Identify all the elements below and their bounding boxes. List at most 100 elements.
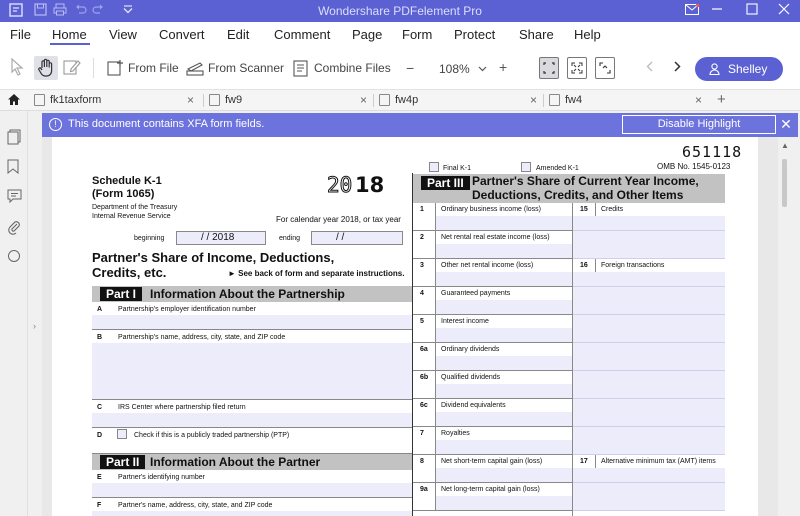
- beginning-date-field[interactable]: / / 2018: [176, 231, 266, 245]
- amount-field[interactable]: [435, 468, 572, 482]
- menu-home[interactable]: Home: [52, 27, 87, 42]
- close-window-icon[interactable]: [774, 2, 794, 20]
- attachment-icon[interactable]: [7, 219, 23, 235]
- menu-view[interactable]: View: [109, 27, 137, 42]
- partner-address-field[interactable]: [92, 511, 412, 516]
- menu-file[interactable]: File: [10, 27, 31, 42]
- search-icon[interactable]: [7, 249, 23, 265]
- line-e-label: Partner's identifying number: [118, 474, 205, 481]
- comment-icon[interactable]: [7, 189, 23, 205]
- menu-comment[interactable]: Comment: [274, 27, 330, 42]
- maximize-icon[interactable]: [742, 2, 762, 20]
- hand-tool-button[interactable]: [34, 56, 58, 80]
- code-amount-field[interactable]: [573, 371, 725, 398]
- hand-icon: [38, 58, 53, 77]
- tab-fw4p[interactable]: fw4p ×: [379, 90, 544, 111]
- menu-page[interactable]: Page: [352, 27, 382, 42]
- combine-files-label: Combine Files: [314, 61, 391, 75]
- partnership-address-field[interactable]: [92, 343, 412, 399]
- tab-fk1taxform[interactable]: fk1taxform ×: [34, 90, 199, 111]
- number-column-divider: [435, 455, 436, 483]
- partner-id-field[interactable]: [92, 483, 412, 497]
- home-icon[interactable]: [7, 93, 21, 111]
- code-amount-field[interactable]: [573, 315, 725, 342]
- code-amount-field[interactable]: [573, 427, 725, 454]
- menu-form[interactable]: Form: [402, 27, 432, 42]
- zoom-select[interactable]: 108%: [430, 57, 488, 79]
- ending-date-field[interactable]: / /: [311, 231, 403, 245]
- irs-center-field[interactable]: [92, 413, 412, 427]
- menu-convert[interactable]: Convert: [159, 27, 205, 42]
- line-label: Foreign transactions: [601, 262, 665, 269]
- tab-fw4[interactable]: fw4 ×: [549, 90, 709, 111]
- tab-label: fw9: [225, 94, 243, 106]
- minimize-icon[interactable]: [707, 2, 727, 20]
- final-k1-checkbox[interactable]: [429, 162, 439, 172]
- select-tool-icon[interactable]: [10, 57, 24, 79]
- code-amount-field[interactable]: [573, 343, 725, 370]
- amount-field[interactable]: [435, 328, 572, 342]
- scrollbar-thumb[interactable]: [782, 159, 787, 207]
- thumbnails-icon[interactable]: [7, 129, 23, 145]
- code-amount-field[interactable]: [573, 468, 725, 482]
- part3-title-line2: Deductions, Credits, and Other Items: [472, 188, 684, 202]
- ptp-checkbox[interactable]: [117, 429, 127, 439]
- new-tab-button[interactable]: +: [717, 91, 726, 108]
- combine-files-button[interactable]: Combine Files: [292, 59, 391, 77]
- amount-field[interactable]: [435, 244, 572, 258]
- code-amount-field[interactable]: [573, 272, 725, 286]
- nav-back-icon[interactable]: [646, 61, 653, 75]
- active-menu-underline: [50, 43, 90, 45]
- code-amount-field[interactable]: [573, 287, 725, 314]
- line-d-letter: D: [97, 432, 103, 439]
- from-file-button[interactable]: From File: [106, 59, 179, 77]
- from-scanner-button[interactable]: From Scanner: [186, 59, 284, 77]
- nav-forward-icon[interactable]: [674, 61, 681, 75]
- amount-field[interactable]: [435, 440, 572, 454]
- menu-protect[interactable]: Protect: [454, 27, 495, 42]
- divider: [92, 329, 412, 330]
- edit-tool-icon[interactable]: [63, 58, 81, 79]
- disable-highlight-button[interactable]: Disable Highlight: [622, 115, 776, 134]
- bookmark-icon[interactable]: [7, 159, 23, 175]
- line-c-label: IRS Center where partnership filed retur…: [118, 404, 246, 411]
- menu-share[interactable]: Share: [519, 27, 554, 42]
- tab-close-icon[interactable]: ×: [530, 93, 537, 107]
- part1-tag: Part I: [100, 287, 143, 301]
- amount-field[interactable]: [435, 412, 572, 426]
- amount-field[interactable]: [435, 496, 572, 510]
- sidebar-expand-icon[interactable]: ›: [33, 321, 36, 331]
- menu-help[interactable]: Help: [574, 27, 601, 42]
- actual-size-button[interactable]: [567, 57, 587, 79]
- scroll-up-icon[interactable]: ▲: [781, 141, 789, 150]
- tab-close-icon[interactable]: ×: [360, 93, 367, 107]
- amount-field[interactable]: [435, 272, 572, 286]
- zoom-out-button[interactable]: −: [406, 60, 414, 76]
- tab-fw9[interactable]: fw9 ×: [209, 90, 374, 111]
- amount-field[interactable]: [435, 356, 572, 370]
- close-notification-icon[interactable]: ✕: [778, 116, 794, 133]
- code-amount-field[interactable]: [573, 216, 725, 230]
- line-number: 6b: [420, 374, 429, 381]
- line-label: Net short-term capital gain (loss): [441, 458, 543, 465]
- mail-icon[interactable]: [682, 2, 702, 20]
- amount-field[interactable]: [435, 216, 572, 230]
- amount-field[interactable]: [435, 384, 572, 398]
- calendar-year-label: For calendar year 2018, or tax year: [276, 215, 401, 224]
- amount-field[interactable]: [435, 300, 572, 314]
- menu-edit[interactable]: Edit: [227, 27, 249, 42]
- vertical-scrollbar[interactable]: ▲: [778, 137, 792, 516]
- code-amount-field[interactable]: [573, 231, 725, 258]
- code-amount-field[interactable]: [573, 483, 725, 510]
- part3-line-row: 6a Ordinary dividends: [413, 343, 572, 371]
- fit-visible-button[interactable]: [595, 57, 615, 79]
- user-account-button[interactable]: Shelley: [695, 57, 783, 81]
- fit-width-button[interactable]: [539, 57, 559, 79]
- code-amount-field[interactable]: [573, 399, 725, 426]
- divider: [413, 510, 572, 511]
- partnership-ein-field[interactable]: [92, 315, 412, 329]
- zoom-in-button[interactable]: +: [499, 59, 507, 75]
- tab-close-icon[interactable]: ×: [695, 93, 702, 107]
- amended-k1-checkbox[interactable]: [521, 162, 531, 172]
- tab-close-icon[interactable]: ×: [187, 93, 194, 107]
